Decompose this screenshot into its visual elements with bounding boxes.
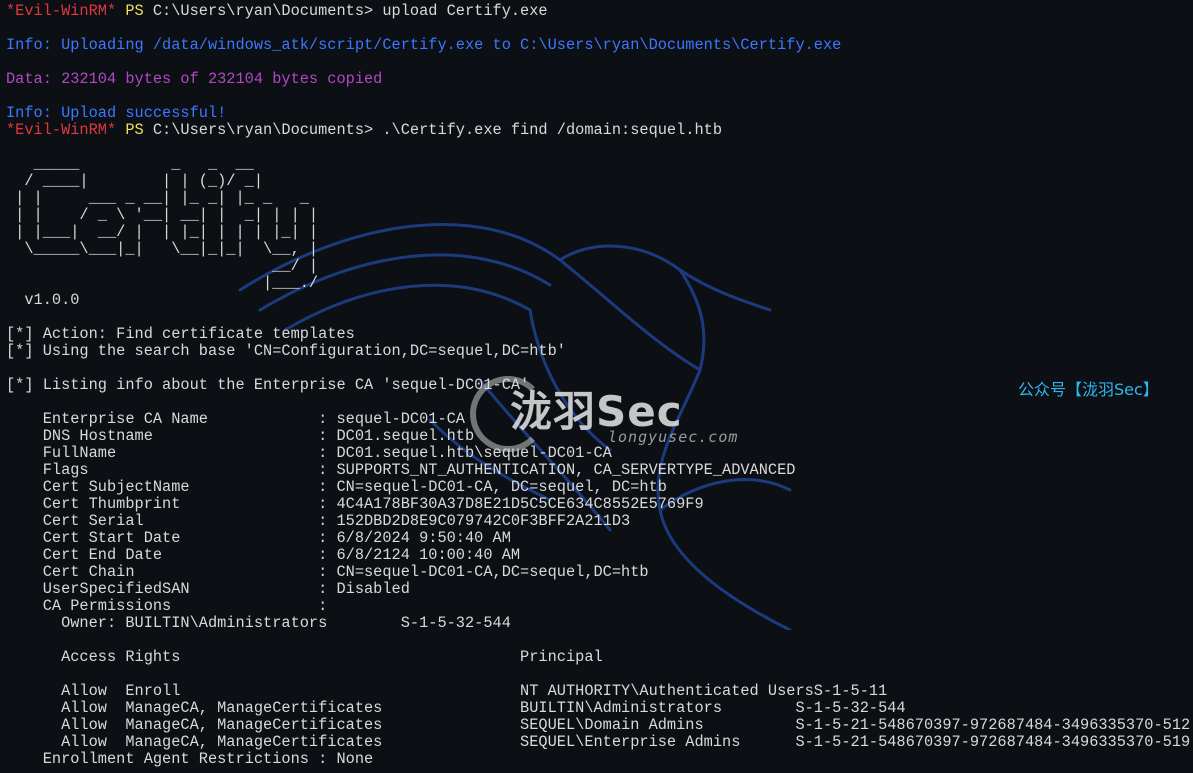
terminal-line: Allow ManageCA, ManageCertificates SEQUE… <box>6 734 1190 751</box>
terminal-line: | | / _ \ '__| __| | _| | | | <box>6 207 318 224</box>
terminal-line: *Evil-WinRM* PS C:\Users\ryan\Documents>… <box>6 3 548 20</box>
terminal-text: CA Permissions : <box>6 597 328 615</box>
terminal-text: Info: Uploading /data/windows_atk/script… <box>6 36 842 54</box>
terminal-line: DNS Hostname : DC01.sequel.htb <box>6 428 474 445</box>
terminal-line: Enterprise CA Name : sequel-DC01-CA <box>6 411 465 428</box>
terminal-line: v1.0.0 <box>6 292 79 309</box>
terminal-line: | | ___ _ __| |_ _| |_ _ _ <box>6 190 309 207</box>
terminal-text: Enrollment Agent Restrictions : None <box>6 750 374 768</box>
terminal-text: FullName : DC01.sequel.htb\sequel-DC01-C… <box>6 444 612 462</box>
terminal-text: |___./ <box>6 274 319 292</box>
terminal-line: Enrollment Agent Restrictions : None <box>6 751 373 768</box>
terminal-line: Info: Upload successful! <box>6 105 226 122</box>
wechat-tag: 公众号【泷羽Sec】 <box>1018 380 1159 399</box>
terminal-line: Access Rights Principal <box>6 649 603 666</box>
terminal-line: |___./ <box>6 275 318 292</box>
terminal-text: Access Rights Principal <box>6 648 603 666</box>
terminal-text: __/ | <box>6 257 319 275</box>
terminal-text: Data: 232104 bytes of 232104 bytes copie… <box>6 70 383 88</box>
terminal-line: Cert Chain : CN=sequel-DC01-CA,DC=sequel… <box>6 564 649 581</box>
terminal-window[interactable]: 泷羽Sec longyusec.com 公众号【泷羽Sec】 *Evil-Win… <box>0 0 1193 773</box>
terminal-text: DNS Hostname : DC01.sequel.htb <box>6 427 475 445</box>
terminal-line: | |___| __/ | | |_| | | | |_| | <box>6 224 318 241</box>
terminal-text: UserSpecifiedSAN : Disabled <box>6 580 410 598</box>
terminal-line: Info: Uploading /data/windows_atk/script… <box>6 37 841 54</box>
terminal-line: Allow ManageCA, ManageCertificates SEQUE… <box>6 717 1190 734</box>
terminal-line: FullName : DC01.sequel.htb\sequel-DC01-C… <box>6 445 612 462</box>
terminal-text: *Evil-WinRM* <box>6 121 117 139</box>
terminal-text: Allow ManageCA, ManageCertificates SEQUE… <box>6 716 1191 734</box>
terminal-text: | | / _ \ '__| __| | _| | | | <box>6 206 319 224</box>
terminal-text: / ____| | | (_)/ _| <box>6 172 264 190</box>
terminal-line: Allow Enroll NT AUTHORITY\Authenticated … <box>6 683 887 700</box>
terminal-text: Enterprise CA Name : sequel-DC01-CA <box>6 410 465 428</box>
terminal-line: Owner: BUILTIN\Administrators S-1-5-32-5… <box>6 615 511 632</box>
terminal-line: Cert SubjectName : CN=sequel-DC01-CA, DC… <box>6 479 667 496</box>
terminal-line: Cert End Date : 6/8/2124 10:00:40 AM <box>6 547 520 564</box>
terminal-text: Cert End Date : 6/8/2124 10:00:40 AM <box>6 546 521 564</box>
terminal-text: Cert Thumbprint : 4C4A178BF30A37D8E21D5C… <box>6 495 704 513</box>
terminal-text: Cert Chain : CN=sequel-DC01-CA,DC=sequel… <box>6 563 649 581</box>
terminal-line: [*] Action: Find certificate templates <box>6 326 355 343</box>
terminal-text: C:\Users\ryan\Documents> .\Certify.exe f… <box>152 121 723 139</box>
terminal-line: CA Permissions : <box>6 597 328 615</box>
terminal-text: Cert SubjectName : CN=sequel-DC01-CA, DC… <box>6 478 667 496</box>
terminal-text: Flags : SUPPORTS_NT_AUTHENTICATION, CA_S… <box>6 461 796 479</box>
terminal-text: PS <box>116 121 153 139</box>
watermark-brand: 泷羽Sec <box>510 387 683 436</box>
terminal-line: __/ | <box>6 258 318 275</box>
terminal-text: *Evil-WinRM* <box>6 2 117 20</box>
terminal-text: Owner: BUILTIN\Administrators S-1-5-32-5… <box>6 614 511 632</box>
terminal-line: Cert Start Date : 6/8/2024 9:50:40 AM <box>6 530 511 547</box>
terminal-line: Flags : SUPPORTS_NT_AUTHENTICATION, CA_S… <box>6 461 796 479</box>
terminal-line: [*] Using the search base 'CN=Configurat… <box>6 343 566 360</box>
terminal-line: [*] Listing info about the Enterprise CA… <box>6 377 529 394</box>
terminal-text: [*] Action: Find certificate templates <box>6 325 355 343</box>
terminal-line: *Evil-WinRM* PS C:\Users\ryan\Documents>… <box>6 122 722 139</box>
terminal-text: C:\Users\ryan\Documents> upload Certify.… <box>152 2 548 20</box>
terminal-line: Cert Thumbprint : 4C4A178BF30A37D8E21D5C… <box>6 496 704 513</box>
terminal-line: Allow ManageCA, ManageCertificates BUILT… <box>6 700 906 717</box>
terminal-text: v1.0.0 <box>6 291 80 309</box>
terminal-text: [*] Using the search base 'CN=Configurat… <box>6 342 566 360</box>
terminal-text: [*] Listing info about the Enterprise CA… <box>6 376 530 394</box>
terminal-text: Cert Start Date : 6/8/2024 9:50:40 AM <box>6 529 511 547</box>
terminal-line: _____ _ _ __ <box>6 156 254 173</box>
terminal-line: Data: 232104 bytes of 232104 bytes copie… <box>6 71 382 88</box>
terminal-line: \_____\___|_| \__|_|_| \__, | <box>6 241 318 258</box>
terminal-text: Allow ManageCA, ManageCertificates BUILT… <box>6 699 906 717</box>
terminal-text: _____ _ _ __ <box>6 155 254 173</box>
terminal-text: Info: Upload successful! <box>6 104 227 122</box>
terminal-text: | |___| __/ | | |_| | | | |_| | <box>6 223 319 241</box>
terminal-text: Allow ManageCA, ManageCertificates SEQUE… <box>6 733 1191 751</box>
terminal-text: Cert Serial : 152DBD2D8E9C079742C0F3BFF2… <box>6 512 631 530</box>
terminal-text: \_____\___|_| \__|_|_| \__, | <box>6 240 319 258</box>
terminal-text: PS <box>116 2 153 20</box>
terminal-text: | | ___ _ __| |_ _| |_ _ _ <box>6 189 309 207</box>
terminal-line: Cert Serial : 152DBD2D8E9C079742C0F3BFF2… <box>6 512 631 530</box>
terminal-line: / ____| | | (_)/ _| <box>6 173 263 190</box>
terminal-line: UserSpecifiedSAN : Disabled <box>6 581 410 598</box>
terminal-text: Allow Enroll NT AUTHORITY\Authenticated … <box>6 682 888 700</box>
watermark-site: longyusec.com <box>608 428 739 446</box>
